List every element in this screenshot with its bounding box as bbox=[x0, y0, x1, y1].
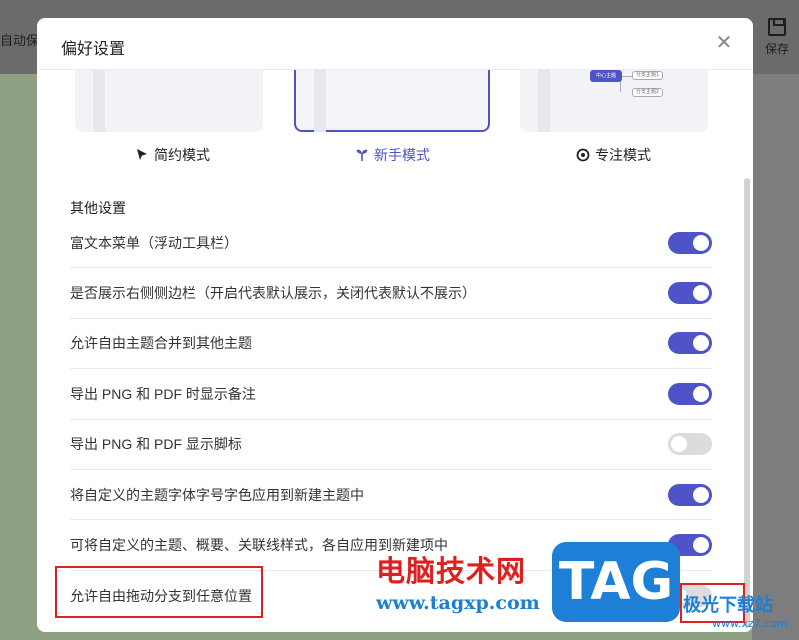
toggle-switch[interactable] bbox=[668, 382, 712, 405]
setting-label: 是否展示右侧侧边栏（开启代表默认展示，关闭代表默认不展示） bbox=[70, 285, 476, 302]
mode-label-simple[interactable]: 简约模式 bbox=[135, 145, 210, 165]
preview-leaf: 分支主题1 bbox=[632, 71, 663, 80]
highlight-annotation bbox=[55, 566, 263, 618]
setting-row: 富文本菜单（浮动工具栏） bbox=[70, 218, 712, 269]
setting-label: 允许自由主题合并到其他主题 bbox=[70, 335, 252, 352]
setting-row: 将自定义的主题字体字号字色应用到新建主题中 bbox=[70, 470, 712, 521]
cursor-icon bbox=[137, 149, 147, 160]
save-button[interactable]: 保存 bbox=[763, 18, 791, 57]
toggle-switch[interactable] bbox=[668, 231, 712, 254]
mode-card-focus[interactable]: 中心主题 分支主题1 分支主题2 bbox=[520, 70, 708, 132]
section-title-other-settings: 其他设置 bbox=[70, 200, 126, 216]
preview-leaf: 分支主题2 bbox=[632, 88, 663, 97]
close-icon[interactable]: ✕ bbox=[713, 32, 735, 54]
mode-selector: 中心主题 分支主题1 分支主题2 简约模式 新手模式 专注模式 bbox=[37, 70, 753, 170]
watermark-logo: TAG bbox=[552, 542, 680, 622]
right-panel bbox=[752, 74, 799, 640]
setting-row: 导出 PNG 和 PDF 时显示备注 bbox=[70, 369, 712, 420]
mode-label-focus[interactable]: 专注模式 bbox=[576, 145, 651, 165]
setting-row: 允许自由主题合并到其他主题 bbox=[70, 319, 712, 370]
watermark-domain: www.xz7.com bbox=[712, 617, 788, 630]
mode-label-beginner[interactable]: 新手模式 bbox=[355, 145, 430, 165]
preview-center-node: 中心主题 bbox=[590, 70, 622, 82]
setting-row: 是否展示右侧侧边栏（开启代表默认展示，关闭代表默认不展示） bbox=[70, 268, 712, 319]
toggle-switch[interactable] bbox=[668, 433, 712, 456]
dialog-title: 偏好设置 bbox=[61, 41, 126, 58]
target-icon bbox=[576, 148, 590, 162]
toggle-switch[interactable] bbox=[668, 483, 712, 506]
setting-label: 导出 PNG 和 PDF 显示脚标 bbox=[70, 436, 242, 453]
toggle-switch[interactable] bbox=[668, 282, 712, 305]
save-label: 保存 bbox=[764, 42, 789, 56]
setting-label: 导出 PNG 和 PDF 时显示备注 bbox=[70, 385, 256, 402]
watermark-site: 极光下载站 bbox=[683, 595, 773, 616]
mode-card-simple[interactable] bbox=[75, 70, 263, 132]
watermark-text: 电脑技术网 bbox=[376, 554, 527, 588]
toggle-switch[interactable] bbox=[668, 332, 712, 355]
setting-row: 导出 PNG 和 PDF 显示脚标 bbox=[70, 420, 712, 470]
scrollbar[interactable] bbox=[744, 178, 750, 628]
setting-label: 富文本菜单（浮动工具栏） bbox=[70, 234, 238, 251]
save-icon bbox=[768, 18, 786, 36]
dialog-header: 偏好设置 ✕ bbox=[37, 18, 753, 70]
setting-label: 将自定义的主题字体字号字色应用到新建主题中 bbox=[70, 486, 364, 503]
preferences-dialog: 偏好设置 ✕ 中心主题 分支主题1 分支主题2 简约模式 新手模式 专注模式 其… bbox=[37, 18, 753, 632]
watermark-url: www.tagxp.com bbox=[376, 592, 540, 614]
sprout-icon bbox=[356, 149, 368, 161]
mode-card-beginner[interactable] bbox=[294, 70, 490, 132]
